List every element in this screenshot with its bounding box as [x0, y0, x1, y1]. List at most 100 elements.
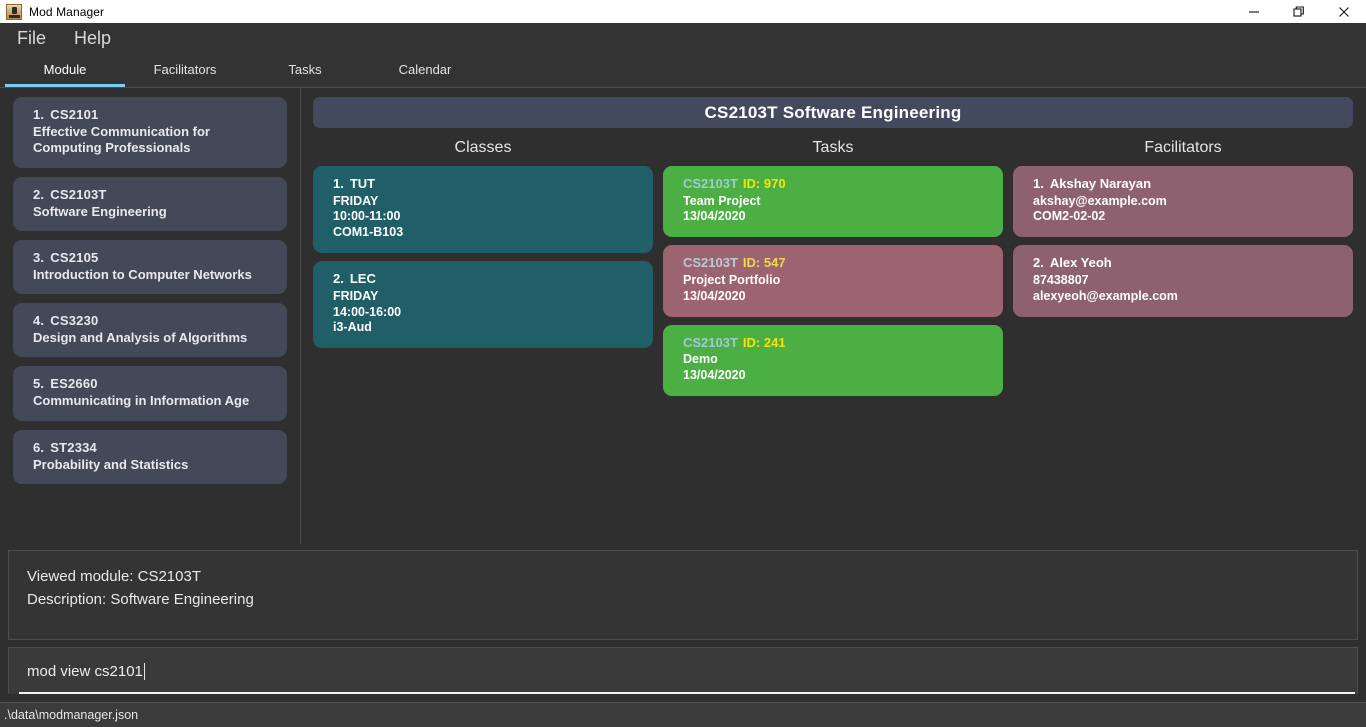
- module-index: 3.: [33, 249, 45, 265]
- module-list-item[interactable]: 4. CS3230 Design and Analysis of Algorith…: [13, 303, 287, 358]
- facilitator-header: 1. Akshay Narayan: [1033, 176, 1341, 193]
- class-header: 1. TUT: [333, 176, 641, 193]
- module-description: Software Engineering: [33, 203, 167, 219]
- class-day: FRIDAY: [333, 193, 379, 208]
- result-line-description: Description: Software Engineering: [27, 591, 254, 609]
- task-id-badge: ID: 547: [742, 255, 786, 271]
- menu-item-help[interactable]: Help: [74, 29, 111, 47]
- java-app-icon: [6, 3, 22, 20]
- facilitator-index: 1.: [1033, 176, 1044, 191]
- module-list-panel[interactable]: 1. CS2101 Effective Communication for Com…: [0, 88, 301, 544]
- task-header: CS2103T ID: 970: [683, 176, 991, 193]
- module-code-line: 5. ES2660: [33, 376, 275, 391]
- command-input-text[interactable]: mod view cs2101: [27, 663, 143, 680]
- module-code: CS2105: [50, 249, 99, 265]
- text-caret: [143, 662, 145, 680]
- task-card[interactable]: CS2103T ID: 970 Team Project 13/04/2020: [663, 166, 1003, 238]
- tab-module-label: Module: [43, 62, 87, 77]
- content-area: 1. CS2101 Effective Communication for Com…: [0, 87, 1366, 544]
- task-id-badge: ID: 970: [742, 176, 786, 191]
- module-list-item[interactable]: 5. ES2660 Communicating in Information Ag…: [13, 366, 287, 421]
- tab-calendar-label: Calendar: [398, 62, 452, 77]
- minimize-button[interactable]: [1231, 0, 1276, 23]
- tasks-column: Tasks CS2103T ID: 970 Team Project 13/04/…: [663, 136, 1003, 404]
- task-card[interactable]: CS2103T ID: 547 Project Portfolio 13/04/2…: [663, 245, 1003, 317]
- close-button[interactable]: [1321, 0, 1366, 23]
- module-description: Communicating in Information Age: [33, 393, 250, 409]
- class-type: LEC: [349, 271, 376, 287]
- facilitator-index: 2.: [1033, 255, 1044, 271]
- facilitator-name: Akshay Narayan: [1049, 176, 1152, 191]
- facilitator-card[interactable]: 1. Akshay Narayan akshay@example.com COM2…: [1013, 166, 1353, 238]
- tab-tasks[interactable]: Tasks: [245, 52, 365, 87]
- result-line-viewed-module: Viewed module: CS2103T: [27, 568, 201, 585]
- module-index: 2.: [33, 186, 45, 202]
- classes-column-title: Classes: [454, 139, 512, 156]
- module-code-line: 2. CS2103T: [33, 187, 275, 202]
- task-module-code: CS2103T: [683, 255, 738, 271]
- class-header: 2. LEC: [333, 271, 641, 288]
- task-card[interactable]: CS2103T ID: 241 Demo 13/04/2020: [663, 324, 1003, 396]
- classes-column: Classes 1. TUT FRIDAY 10:00-11:00 COM1-B1…: [313, 136, 653, 404]
- tab-calendar[interactable]: Calendar: [365, 52, 485, 87]
- task-id-badge: ID: 241: [742, 334, 786, 350]
- facilitator-office: COM2-02-02: [1033, 209, 1106, 224]
- facilitator-card[interactable]: 2. Alex Yeoh 87438807 alexyeoh@example.co…: [1013, 245, 1353, 317]
- task-header: CS2103T ID: 547: [683, 255, 991, 272]
- window-titlebar: Mod Manager: [0, 0, 1366, 23]
- task-name: Project Portfolio: [683, 272, 781, 287]
- tasks-column-title: Tasks: [812, 139, 854, 156]
- command-input-box[interactable]: mod view cs2101: [8, 647, 1358, 694]
- module-code-line: 6. ST2334: [33, 440, 275, 455]
- restore-button[interactable]: [1276, 0, 1321, 23]
- module-detail-panel: CS2103T Software Engineering Classes 1. T…: [301, 88, 1366, 544]
- result-display-box: Viewed module: CS2103T Description: Soft…: [8, 550, 1358, 640]
- module-list-item[interactable]: 3. CS2105 Introduction to Computer Networ…: [13, 239, 287, 294]
- class-venue: COM1-B103: [333, 225, 404, 240]
- menu-item-file[interactable]: File: [17, 29, 46, 47]
- facilitator-email: akshay@example.com: [1033, 193, 1167, 208]
- module-description: Probability and Statistics: [33, 456, 189, 472]
- titlebar-left-group: Mod Manager: [0, 3, 104, 20]
- task-name: Demo: [683, 352, 718, 366]
- class-day: FRIDAY: [333, 288, 379, 303]
- class-time: 14:00-16:00: [333, 304, 402, 319]
- module-index: 4.: [33, 313, 45, 328]
- module-banner-title: CS2103T Software Engineering: [313, 97, 1353, 128]
- class-index: 2.: [333, 271, 344, 287]
- tab-tasks-label: Tasks: [288, 62, 322, 77]
- module-list-item[interactable]: 1. CS2101 Effective Communication for Com…: [13, 97, 287, 168]
- module-code-line: 3. CS2105: [33, 250, 275, 265]
- status-bar-file-path: .\data\modmanager.json: [4, 708, 139, 722]
- module-code: ST2334: [50, 439, 97, 455]
- tab-module[interactable]: Module: [5, 52, 125, 87]
- module-list-item[interactable]: 2. CS2103T Software Engineering: [13, 176, 287, 231]
- facilitator-header: 2. Alex Yeoh: [1033, 255, 1341, 272]
- task-name: Team Project: [683, 193, 761, 208]
- class-venue: i3-Aud: [333, 320, 372, 335]
- tab-facilitators-label: Facilitators: [153, 62, 217, 77]
- module-index: 1.: [33, 107, 45, 122]
- module-code-line: 4. CS3230: [33, 313, 275, 328]
- class-card[interactable]: 2. LEC FRIDAY 14:00-16:00 i3-Aud: [313, 261, 653, 349]
- class-card[interactable]: 1. TUT FRIDAY 10:00-11:00 COM1-B103: [313, 166, 653, 254]
- task-date: 13/04/2020: [683, 288, 746, 303]
- module-code: CS3230: [50, 313, 99, 328]
- module-description: Effective Communication for Computing Pr…: [33, 124, 210, 156]
- window-controls: [1231, 0, 1366, 23]
- tab-facilitators[interactable]: Facilitators: [125, 52, 245, 87]
- tabbar: Module Facilitators Tasks Calendar: [0, 52, 1366, 87]
- module-code-line: 1. CS2101: [33, 107, 275, 122]
- menubar: File Help: [0, 23, 1366, 52]
- task-date: 13/04/2020: [683, 209, 746, 224]
- module-index: 6.: [33, 439, 45, 455]
- facilitator-name: Alex Yeoh: [1049, 255, 1112, 271]
- task-header: CS2103T ID: 241: [683, 335, 991, 352]
- module-code: ES2660: [50, 376, 98, 392]
- module-index: 5.: [33, 376, 45, 392]
- facilitators-column-title: Facilitators: [1144, 139, 1222, 156]
- task-module-code: CS2103T: [683, 334, 738, 350]
- module-list-item[interactable]: 6. ST2334 Probability and Statistics: [13, 429, 287, 484]
- facilitator-email: alexyeoh@example.com: [1033, 288, 1178, 303]
- facilitator-phone: 87438807: [1033, 272, 1089, 287]
